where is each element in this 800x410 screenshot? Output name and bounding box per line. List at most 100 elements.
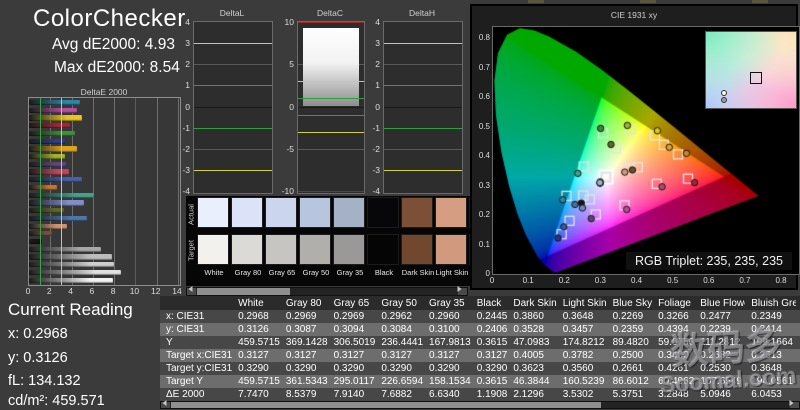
table-cell: 0.2682	[694, 349, 746, 362]
table-cell: 7.6882	[375, 388, 424, 401]
table-cell: 0.3457	[556, 323, 607, 336]
table-cell: 0.2359	[606, 323, 653, 336]
cie-x-tick-label: 0.8	[775, 276, 787, 285]
de-bar-gray-65	[29, 262, 115, 268]
reference-line	[194, 127, 272, 129]
column-header-dark-skin: Dark Skin	[507, 296, 557, 310]
column-header-orange: Orange	[796, 296, 800, 310]
table-cell: 0.4005	[507, 349, 557, 362]
row-label: y: CIE31	[160, 323, 233, 336]
table-cell: 167.9813	[423, 336, 471, 349]
table-row[interactable]: Target y:CIE31 0.3290 0.3290 0.3290 0.3290 0.…	[160, 362, 800, 375]
cie-x-tick-label: 0.5	[667, 276, 679, 285]
de-bar-gray-80	[29, 269, 122, 275]
scrollbar-thumb[interactable]	[171, 402, 601, 408]
table-row[interactable]: Y 459.5715 369.1428 306.5019 236.4441 167.981…	[160, 336, 800, 349]
table-cell: 199.1664	[745, 336, 797, 349]
column-header-gray-50: Gray 50	[375, 296, 424, 310]
de-bar-blue	[29, 138, 65, 144]
actual-row-label: Actual	[186, 204, 196, 225]
target-swatch-gray-35[interactable]	[333, 234, 365, 265]
scroll-left-arrow-icon[interactable]	[161, 402, 170, 408]
y-tick-label: 4	[375, 17, 380, 27]
target-swatch-gray-50[interactable]	[299, 234, 331, 265]
y-tick-label: 0	[185, 101, 190, 112]
table-row[interactable]: Target x:CIE31 0.3127 0.3127 0.3127 0.3127 0.…	[160, 349, 800, 362]
target-swatch-light-skin[interactable]	[435, 234, 467, 265]
table-cell: 295.0117	[327, 375, 376, 388]
y-tick-label: -5	[286, 143, 294, 154]
deltac-panel	[297, 21, 365, 194]
reference-line	[135, 98, 137, 285]
actual-swatch-white[interactable]	[197, 197, 229, 228]
target-swatch-gray-65[interactable]	[265, 234, 297, 265]
target-swatch-black[interactable]	[367, 234, 399, 265]
table-cell: 0.3290	[232, 362, 280, 375]
table-cell: 0.4394	[652, 323, 695, 336]
reference-line	[384, 127, 462, 129]
reference-line	[194, 85, 272, 87]
cie-y-tick-label: 0.1	[478, 239, 490, 249]
y-tick-label: 10	[284, 17, 294, 27]
de-bar-foliage	[29, 208, 65, 214]
clipped-toolbar-glyph	[640, 0, 656, 3]
scrollbar-thumb[interactable]	[197, 288, 290, 295]
actual-swatch-dark-skin[interactable]	[401, 197, 433, 228]
target-swatch-row	[197, 234, 470, 265]
table-row[interactable]: Target Y 459.5715 361.5343 295.0117 226.6594…	[160, 375, 800, 388]
actual-swatch-light-skin[interactable]	[435, 197, 467, 228]
deltac-title: DeltaC	[317, 8, 343, 18]
de-bar-gray-50	[29, 254, 112, 260]
actual-swatch-gray-35[interactable]	[333, 197, 365, 228]
table-cell: 0.3127	[327, 349, 376, 362]
gridline	[194, 148, 272, 150]
table-cell: 0.3528	[507, 323, 557, 336]
inset-target-square	[750, 71, 763, 84]
scroll-right-arrow-icon[interactable]	[790, 402, 799, 408]
table-cell: 0.3127	[279, 349, 328, 362]
reference-line	[298, 81, 364, 83]
table-cell: 0.3290	[470, 362, 508, 375]
table-cell: 0.2960	[423, 310, 471, 323]
cie-x-tick-label: 0.4	[630, 276, 643, 285]
table-cell: 369.1428	[279, 336, 328, 349]
delta-bar	[303, 27, 359, 107]
actual-swatch-gray-80[interactable]	[231, 197, 263, 228]
actual-swatch-gray-65[interactable]	[265, 197, 297, 228]
table-cell: 236.4441	[375, 336, 424, 349]
cie-x-tick-label: 0.6	[703, 276, 715, 285]
table-row[interactable]: y: CIE31 0.3126 0.3087 0.3094 0.3084 0.3100 0.…	[160, 323, 800, 336]
table-cell: 0.3094	[327, 323, 376, 336]
table-cell: 0.4261	[652, 362, 695, 375]
y-tick-label: 1	[375, 80, 380, 91]
current-reading-fl: fL: 134.132	[8, 373, 81, 389]
table-cell: 0.3615	[470, 336, 508, 349]
clipped-toolbar-glyph	[752, 0, 768, 3]
deltah-panel	[383, 21, 463, 194]
actual-swatch-black[interactable]	[367, 197, 399, 228]
scroll-right-arrow-icon[interactable]	[458, 288, 467, 295]
x-tick-label: 2	[46, 286, 52, 296]
current-reading-y: y: 0.3126	[8, 350, 68, 366]
table-row[interactable]: ΔE 2000 7.7470 8.5379 7.9140 7.6882 6.6340 1.1…	[160, 388, 800, 401]
target-swatch-white[interactable]	[197, 234, 229, 265]
target-swatch-gray-80[interactable]	[231, 234, 263, 265]
de-bar-blue-flower	[29, 200, 84, 206]
table-row[interactable]: x: CIE31 0.2968 0.2969 0.2969 0.2962 0.2960 0.…	[160, 310, 800, 323]
table-cell: 47.0983	[507, 336, 557, 349]
scroll-left-arrow-icon[interactable]	[187, 288, 196, 295]
table-cell: 59.0756	[652, 336, 695, 349]
cie-y-tick-label: 0.8	[478, 33, 490, 43]
swatch-label: Light Skin	[435, 268, 469, 277]
table-cell: 0.2969	[279, 310, 328, 323]
table-scrollbar[interactable]	[160, 401, 800, 409]
target-swatch-dark-skin[interactable]	[401, 234, 433, 265]
column-header-bluish-green: Bluish Green	[745, 296, 797, 310]
table-cell: 0.3560	[556, 362, 607, 375]
actual-swatch-gray-50[interactable]	[299, 197, 331, 228]
swatch-scrollbar[interactable]	[186, 287, 468, 296]
de-bar-orange-yellow	[29, 146, 77, 152]
table-cell: 86.6012	[606, 375, 653, 388]
measurement-table: White Gray 80 Gray 65 Gray 50 Gray 35 Black Da…	[160, 296, 800, 401]
x-tick-label: 10	[129, 286, 140, 296]
